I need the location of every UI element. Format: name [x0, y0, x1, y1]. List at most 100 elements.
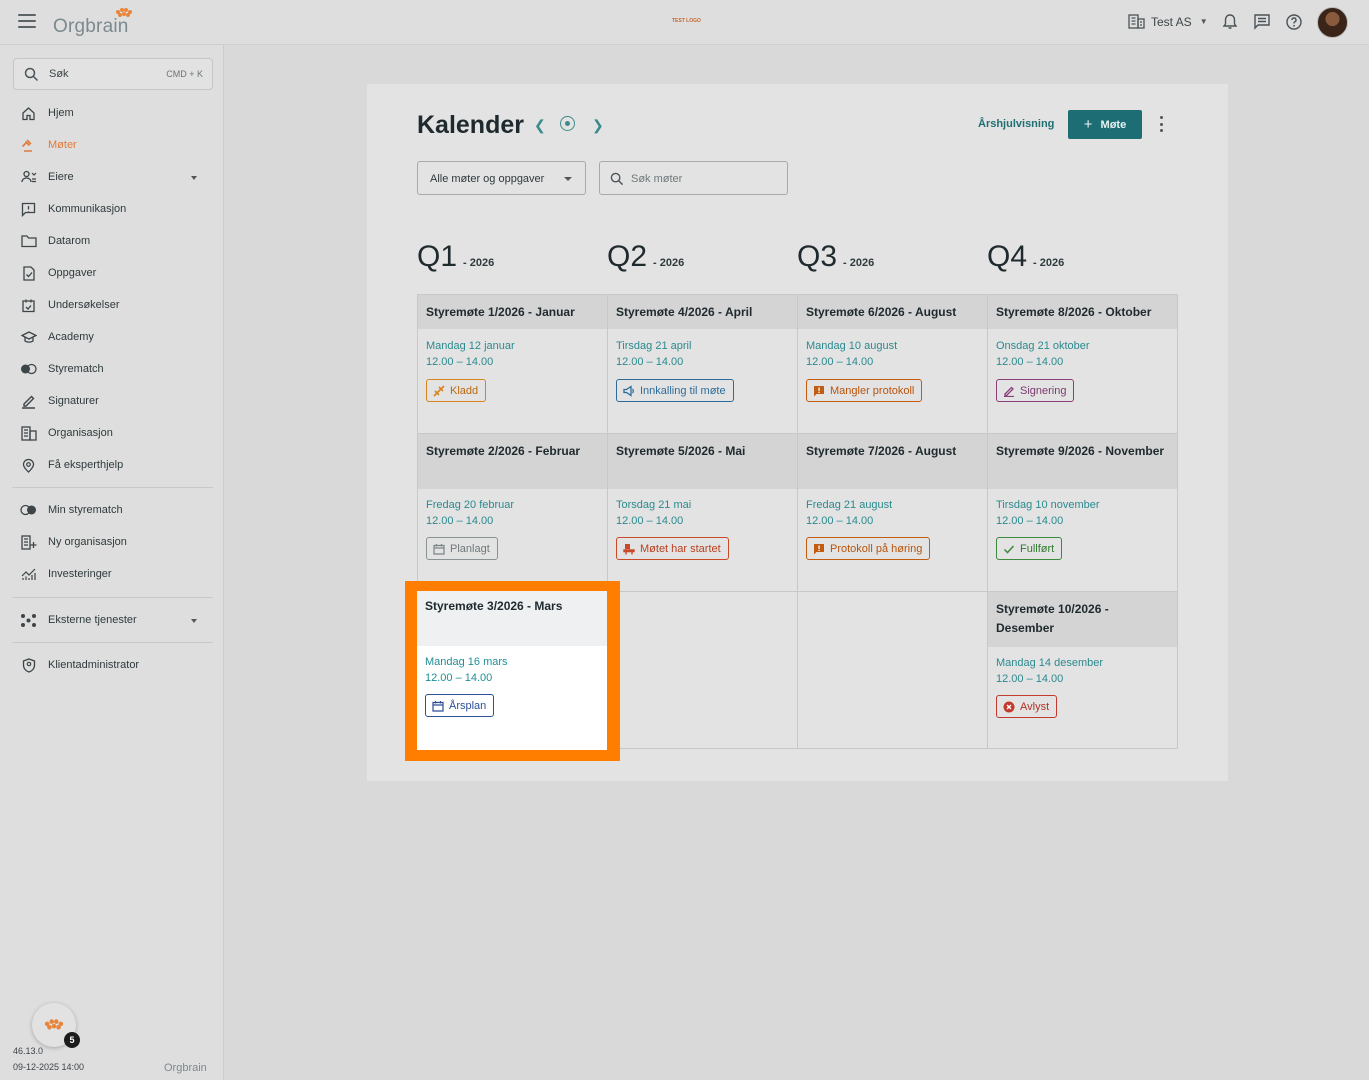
- app-version: 46.13.0: [13, 1046, 44, 1056]
- meeting-date: Onsdag 21 oktober: [996, 340, 1090, 352]
- message-icon: [20, 201, 37, 218]
- meeting-title: Styremøte 1/2026 - Januar: [418, 295, 607, 329]
- organization-icon: [20, 425, 37, 442]
- more-options-icon[interactable]: [1160, 116, 1164, 132]
- status-badge: Møtet har startet: [616, 537, 729, 560]
- status-badge: Mangler protokoll: [806, 379, 923, 402]
- styrematch-icon: [20, 502, 37, 519]
- empty-cell: [607, 591, 797, 749]
- brain-logo-icon: [116, 8, 132, 17]
- sidebar-item-eksterne-tjenester[interactable]: Eksterne tjenester: [20, 610, 137, 630]
- status-badge: Kladd: [426, 379, 487, 402]
- sidebar-divider: [12, 597, 213, 598]
- sidebar-item-ny-organisasjon[interactable]: Ny organisasjon: [20, 532, 127, 552]
- external-services-icon: [20, 612, 37, 629]
- alert-comment-icon: [814, 385, 824, 396]
- top-bar: Orgbrain TEST LOGO Test AS ▼: [0, 0, 1369, 45]
- menu-icon[interactable]: [18, 14, 36, 28]
- meeting-card[interactable]: Styremøte 2/2026 - Februar Fredag 20 feb…: [417, 433, 607, 591]
- sidebar-item-kommunikasjon[interactable]: Kommunikasjon: [20, 199, 126, 219]
- sidebar-item-eksperthjelp[interactable]: Få eksperthjelp: [20, 455, 123, 475]
- meeting-date: Mandag 16 mars: [425, 656, 508, 668]
- grid-border: [1177, 294, 1178, 749]
- meeting-started-icon: [623, 543, 635, 554]
- quarter-header-q4: Q4- 2026: [987, 240, 1065, 273]
- quarter-header-q3: Q3- 2026: [797, 240, 875, 273]
- sidebar-divider: [12, 642, 213, 643]
- sidebar-item-investeringer[interactable]: Investeringer: [20, 564, 112, 584]
- meeting-card[interactable]: Styremøte 6/2026 - August Mandag 10 augu…: [797, 294, 987, 433]
- shield-icon: [20, 657, 37, 674]
- meeting-card[interactable]: Styremøte 5/2026 - Mai Torsdag 21 mai 12…: [607, 433, 797, 591]
- sidebar-item-signaturer[interactable]: Signaturer: [20, 391, 99, 411]
- sidebar-item-undersokelser[interactable]: Undersøkelser: [20, 295, 120, 315]
- meeting-filter-select[interactable]: Alle møter og oppgaver: [417, 161, 586, 195]
- meeting-time: 12.00 – 14.00: [425, 672, 493, 684]
- user-avatar[interactable]: [1317, 7, 1348, 38]
- bell-icon[interactable]: [1221, 13, 1239, 31]
- status-badge: Årsplan: [425, 694, 495, 717]
- styrematch-icon: [20, 361, 37, 378]
- global-search[interactable]: Søk CMD + K: [13, 58, 213, 90]
- meeting-search-input[interactable]: Søk møter: [599, 161, 788, 195]
- chevron-left-icon[interactable]: ❮: [534, 117, 546, 134]
- meeting-card-highlighted[interactable]: Styremøte 3/2026 - Mars Mandag 16 mars 1…: [417, 591, 607, 750]
- sidebar-item-min-styrematch[interactable]: Min styrematch: [20, 500, 123, 520]
- search-icon: [610, 172, 624, 186]
- footer-logo: Orgbrain: [164, 1062, 207, 1074]
- chat-icon[interactable]: [1253, 13, 1271, 31]
- organization-switcher[interactable]: Test AS ▼: [1128, 14, 1208, 29]
- survey-icon: [20, 297, 37, 314]
- plus-icon: +: [1083, 116, 1093, 133]
- organization-logo: TEST LOGO: [672, 18, 701, 24]
- today-icon[interactable]: [560, 116, 575, 131]
- year-wheel-view-link[interactable]: Årshjulvisning: [978, 118, 1054, 130]
- megaphone-icon: [623, 384, 634, 397]
- check-icon: [1003, 544, 1015, 554]
- chevron-right-icon[interactable]: ❯: [592, 117, 604, 134]
- meeting-time: 12.00 – 14.00: [806, 356, 874, 368]
- meeting-title: Styremøte 6/2026 - August: [798, 295, 987, 329]
- chevron-down-icon: ▼: [1199, 17, 1208, 26]
- sidebar-item-eiere[interactable]: Eiere: [20, 167, 74, 187]
- meeting-card[interactable]: Styremøte 8/2026 - Oktober Onsdag 21 okt…: [987, 294, 1177, 433]
- meeting-card[interactable]: Styremøte 1/2026 - Januar Mandag 12 janu…: [417, 294, 607, 433]
- sidebar-item-academy[interactable]: Academy: [20, 327, 94, 347]
- sidebar-item-moter[interactable]: Møter: [20, 135, 77, 155]
- meeting-card[interactable]: Styremøte 7/2026 - August Fredag 21 augu…: [797, 433, 987, 591]
- new-organization-icon: [20, 534, 37, 551]
- sidebar-item-klientadministrator[interactable]: Klientadministrator: [20, 655, 139, 675]
- building-icon: [1128, 14, 1145, 29]
- meeting-date: Mandag 10 august: [806, 340, 898, 352]
- meeting-time: 12.00 – 14.00: [616, 356, 684, 368]
- pen-icon: [1004, 386, 1014, 397]
- meeting-time: 12.00 – 14.00: [996, 515, 1064, 527]
- meeting-card[interactable]: Styremøte 10/2026 - Desember Mandag 14 d…: [987, 591, 1177, 749]
- chevron-down-icon[interactable]: [191, 619, 197, 623]
- help-icon[interactable]: [1285, 13, 1303, 31]
- meeting-date: Tirsdag 21 april: [616, 340, 692, 352]
- meeting-card[interactable]: Styremøte 4/2026 - April Tirsdag 21 apri…: [607, 294, 797, 433]
- signature-icon: [20, 393, 37, 410]
- meeting-title: Styremøte 9/2026 - November: [988, 434, 1177, 489]
- sidebar-item-styrematch[interactable]: Styrematch: [20, 359, 104, 379]
- meeting-card[interactable]: Styremøte 9/2026 - November Tirsdag 10 n…: [987, 433, 1177, 591]
- alert-comment-icon: [814, 543, 824, 554]
- sidebar-item-organisasjon[interactable]: Organisasjon: [20, 423, 113, 443]
- sidebar-item-datarom[interactable]: Datarom: [20, 231, 90, 251]
- search-shortcut: CMD + K: [166, 69, 203, 79]
- meeting-time: 12.00 – 14.00: [806, 515, 874, 527]
- meeting-time: 12.00 – 14.00: [426, 515, 494, 527]
- status-badge: Fullført: [996, 537, 1063, 560]
- meeting-date: Mandag 14 desember: [996, 657, 1104, 669]
- add-meeting-button[interactable]: + Møte: [1068, 110, 1142, 139]
- calendar-icon: [433, 543, 445, 555]
- sidebar-item-oppgaver[interactable]: Oppgaver: [20, 263, 96, 283]
- notification-badge: 5: [64, 1032, 80, 1048]
- chevron-down-icon[interactable]: [191, 176, 197, 180]
- sidebar-item-hjem[interactable]: Hjem: [20, 103, 74, 123]
- search-label: Søk: [49, 68, 69, 80]
- meeting-time: 12.00 – 14.00: [616, 515, 684, 527]
- sidebar: Søk CMD + K Hjem Møter Eiere Kommunikasj…: [0, 45, 224, 1080]
- meeting-date: Torsdag 21 mai: [616, 499, 692, 511]
